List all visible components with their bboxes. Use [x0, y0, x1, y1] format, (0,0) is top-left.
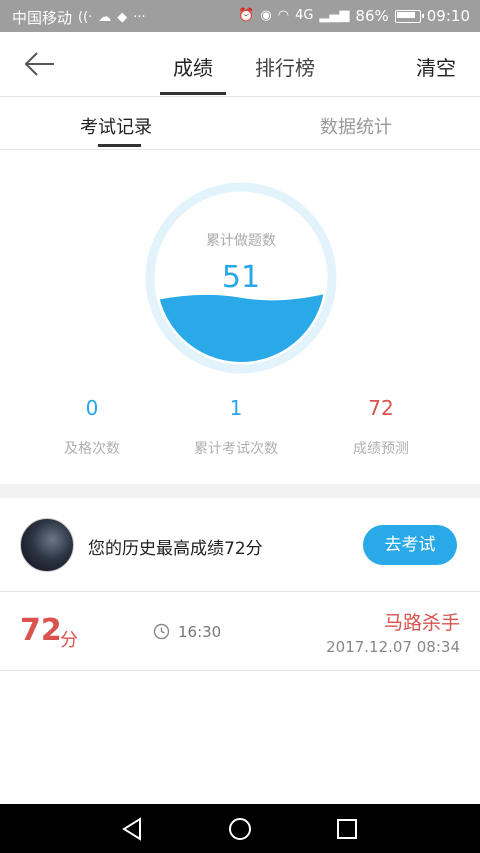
progress-gauge: 累计做题数 51 — [145, 182, 337, 374]
record-duration: 16:30 — [178, 623, 222, 641]
more-icon: ··· — [133, 9, 146, 25]
avatar — [20, 518, 74, 572]
record-score: 72 — [20, 613, 62, 648]
active-subtab-indicator — [98, 144, 141, 147]
tab-exam-records[interactable]: 考试记录 — [80, 113, 152, 139]
pass-count-label: 及格次数 — [64, 441, 120, 457]
wifi-icon: ◠ — [277, 8, 290, 23]
network-type: 4G — [295, 8, 314, 23]
back-triangle-icon[interactable] — [120, 816, 146, 842]
carrier-text: 中国移动 — [12, 9, 73, 27]
home-circle-icon[interactable] — [227, 816, 253, 842]
wifi-call-icon: ((· — [78, 9, 93, 25]
signal-icon: ▂▄▆ — [319, 8, 350, 23]
go-exam-button[interactable]: 去考试 — [363, 525, 457, 565]
status-bar: 中国移动 ((· ☁ ◆ ··· ⏰ ◉ ◠ 4G ▂▄▆ 86% 09:10 — [0, 0, 480, 32]
system-nav-bar — [0, 804, 480, 853]
score-prediction-label: 成绩预测 — [353, 441, 409, 457]
gauge-wave-fill — [157, 292, 325, 362]
score-prediction-value: 72 — [368, 396, 394, 420]
clock-icon — [153, 623, 170, 640]
divider — [0, 591, 480, 592]
recents-square-icon[interactable] — [334, 816, 360, 842]
exam-count-label: 累计考试次数 — [194, 441, 278, 457]
back-arrow-icon[interactable] — [22, 48, 58, 80]
alarm-icon: ⏰ — [238, 8, 255, 23]
app-icon: ◆ — [117, 9, 128, 25]
exam-count-value: 1 — [229, 396, 243, 420]
battery-icon — [394, 9, 424, 23]
tab-score[interactable]: 成绩 — [173, 52, 213, 81]
notification-icon: ☁ — [98, 9, 112, 25]
tab-statistics[interactable]: 数据统计 — [320, 113, 392, 139]
section-divider — [0, 484, 480, 498]
battery-percent: 86% — [355, 7, 389, 25]
eye-icon: ◉ — [260, 8, 272, 23]
clock-time: 09:10 — [426, 7, 470, 25]
pass-count-value: 0 — [85, 396, 99, 420]
clear-button[interactable]: 清空 — [416, 52, 456, 81]
record-date: 2017.12.07 08:34 — [326, 638, 460, 656]
tab-ranking[interactable]: 排行榜 — [255, 52, 315, 81]
top-nav: 成绩 排行榜 清空 — [0, 32, 480, 97]
sub-tabs: 考试记录 数据统计 — [0, 97, 480, 150]
record-title: 马路杀手 — [383, 612, 460, 634]
record-score-unit: 分 — [60, 630, 78, 651]
active-tab-indicator — [160, 92, 226, 95]
gauge-label: 累计做题数 — [206, 233, 276, 249]
gauge-value: 51 — [221, 260, 261, 295]
best-score-text: 您的历史最高成绩72分 — [88, 539, 263, 559]
divider — [0, 670, 480, 671]
